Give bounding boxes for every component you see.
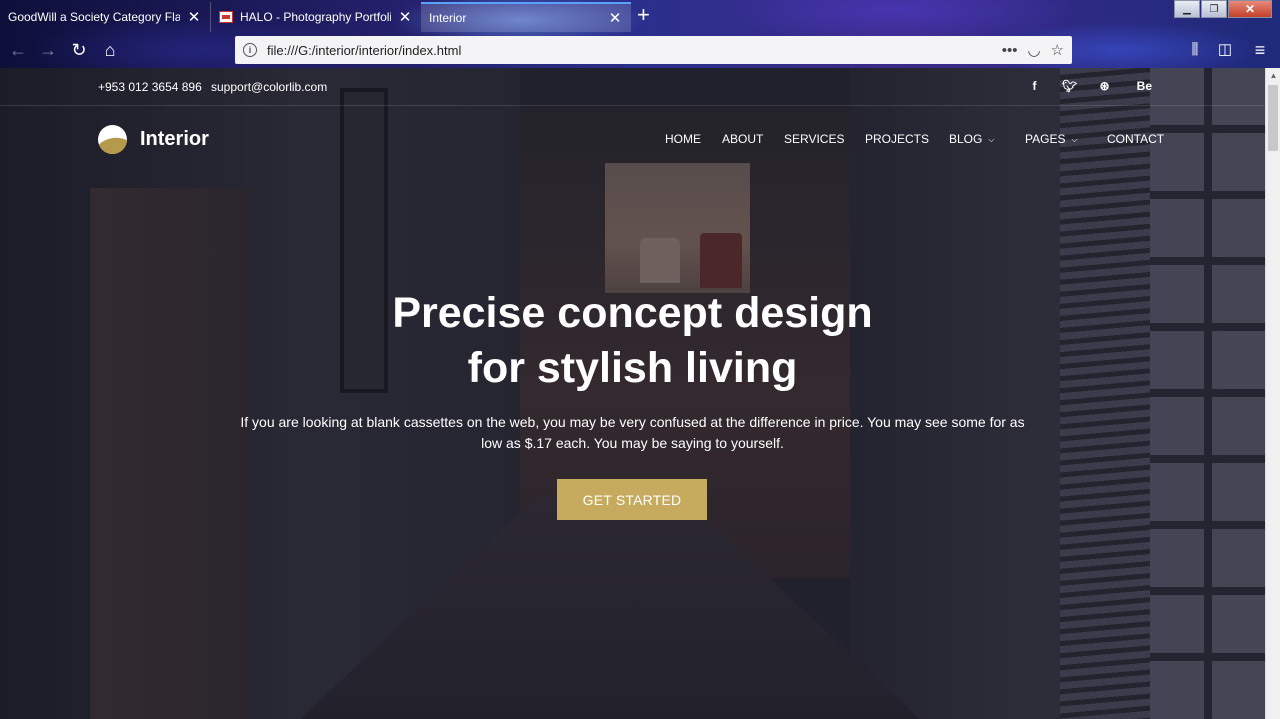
back-icon[interactable]: ← — [6, 39, 30, 61]
facebook-icon[interactable]: f — [1017, 79, 1052, 93]
tab-title: HALO - Photography Portfolio — [240, 10, 391, 24]
tab-title: GoodWill a Society Category Flat B — [8, 10, 180, 24]
page-viewport: +953 012 3654 896 support@colorlib.com f… — [0, 68, 1265, 719]
browser-toolbar: ← → ↻ ⌂ i file:///G:/interior/interior/i… — [0, 32, 1280, 68]
library-icon[interactable]: ⫼ — [1183, 39, 1207, 61]
more-icon[interactable]: ••• — [1002, 42, 1018, 59]
window-controls: ▁ ❐ ✕ — [1173, 0, 1272, 18]
reload-icon[interactable]: ↻ — [67, 39, 91, 61]
browser-tab-halo[interactable]: HALO - Photography Portfolio ✕ — [210, 2, 421, 32]
browser-chrome: GoodWill a Society Category Flat B ✕ HAL… — [0, 0, 1280, 68]
sidebar-icon[interactable]: ◫ — [1213, 39, 1237, 61]
close-tab-icon[interactable]: ✕ — [186, 8, 202, 26]
home-icon[interactable]: ⌂ — [98, 39, 122, 61]
forward-icon[interactable]: → — [36, 39, 60, 61]
top-bar: +953 012 3654 896 support@colorlib.com f… — [0, 68, 1265, 106]
scroll-thumb[interactable] — [1268, 85, 1278, 151]
window-close-icon[interactable]: ✕ — [1228, 0, 1272, 18]
close-tab-icon[interactable]: ✕ — [397, 8, 413, 26]
hero-title-line-1: Precise concept design — [392, 289, 873, 337]
minimize-icon[interactable]: ▁ — [1174, 0, 1200, 18]
tab-strip: GoodWill a Society Category Flat B ✕ HAL… — [0, 0, 1280, 32]
nav-home[interactable]: HOME — [665, 132, 701, 146]
chevron-down-icon: ⌵ — [988, 135, 995, 144]
address-bar[interactable]: i file:///G:/interior/interior/index.htm… — [235, 36, 1072, 64]
contact-phone[interactable]: +953 012 3654 896 — [98, 80, 202, 94]
info-icon[interactable]: i — [243, 43, 257, 57]
hero-description: If you are looking at blank cassettes on… — [240, 414, 1025, 451]
nav-pages[interactable]: PAGES ⌵ — [1025, 132, 1078, 146]
url-text: file:///G:/interior/interior/index.html — [267, 42, 462, 58]
nav-contact[interactable]: CONTACT — [1107, 132, 1164, 146]
contact-email[interactable]: support@colorlib.com — [211, 80, 327, 94]
new-tab-icon[interactable]: + — [637, 4, 650, 26]
dribbble-icon[interactable]: ⊛ — [1087, 79, 1122, 93]
restore-icon[interactable]: ❐ — [1201, 0, 1227, 18]
nav-projects[interactable]: PROJECTS — [865, 132, 929, 146]
nav-about[interactable]: ABOUT — [722, 132, 763, 146]
behance-icon[interactable]: Be — [1122, 79, 1152, 93]
nav-services[interactable]: SERVICES — [784, 132, 844, 146]
chevron-down-icon: ⌵ — [1071, 135, 1078, 144]
hero-title-line-2: for stylish living — [467, 344, 798, 392]
close-tab-icon[interactable]: ✕ — [607, 9, 623, 27]
social-links: f 🐦︎ ⊛ Be — [1017, 79, 1153, 93]
tab-title: Interior — [429, 11, 467, 25]
favicon-icon — [219, 11, 233, 23]
nav-blog[interactable]: BLOG ⌵ — [949, 132, 994, 146]
browser-tab-goodwill[interactable]: GoodWill a Society Category Flat B ✕ — [0, 2, 210, 32]
pocket-icon[interactable]: ◡ — [1027, 41, 1040, 59]
menu-icon[interactable]: ≡ — [1248, 39, 1272, 61]
twitter-icon[interactable]: 🐦︎ — [1052, 79, 1087, 93]
main-nav: HOME ABOUT SERVICES PROJECTS BLOG ⌵ PAGES… — [0, 132, 1265, 152]
scroll-up-icon[interactable]: ▲ — [1266, 68, 1280, 84]
page-scrollbar[interactable]: ▲ — [1265, 68, 1280, 719]
hero-title: Precise concept design for stylish livin… — [0, 286, 1265, 396]
bookmark-star-icon[interactable]: ☆ — [1051, 41, 1064, 59]
browser-tab-interior[interactable]: Interior ✕ — [421, 2, 631, 32]
get-started-button[interactable]: GET STARTED — [557, 479, 707, 520]
